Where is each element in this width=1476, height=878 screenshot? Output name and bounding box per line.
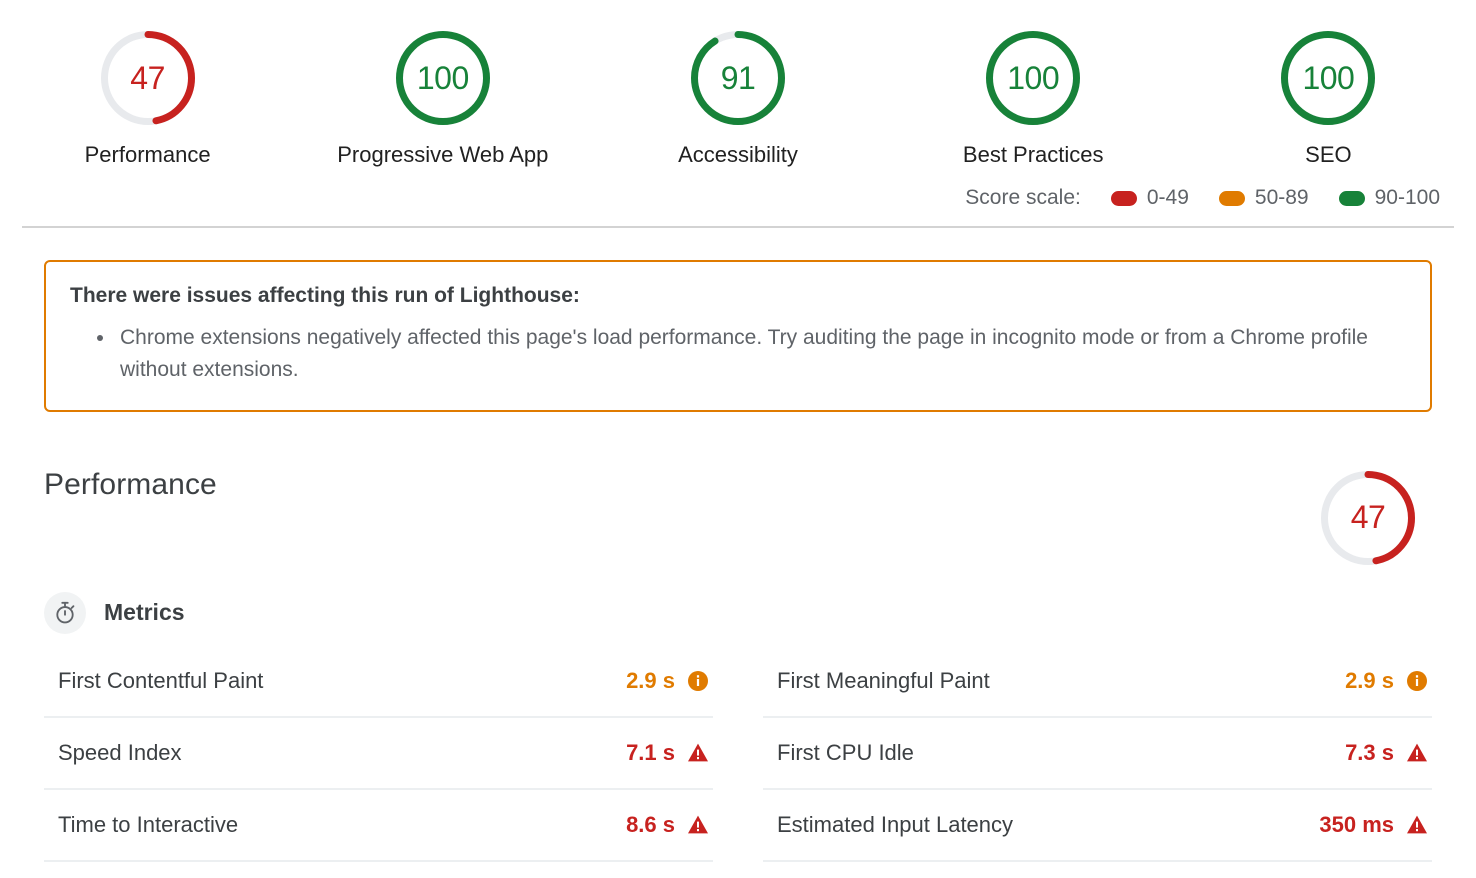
category-label: SEO <box>1305 142 1352 167</box>
category-label: Progressive Web App <box>337 142 549 167</box>
warning-triangle-icon[interactable] <box>1406 814 1428 836</box>
warning-triangle-icon[interactable] <box>687 742 709 764</box>
score-value: 47 <box>130 59 165 96</box>
score-gauge: 47 <box>1320 470 1416 566</box>
score-scale-item: 90-100 <box>1338 186 1440 210</box>
metric-value: 2.9 s <box>1345 667 1394 693</box>
metric-name: Estimated Input Latency <box>777 811 1014 837</box>
metric-name: Speed Index <box>58 739 182 765</box>
score-value: 47 <box>1350 499 1386 536</box>
metric-value: 7.3 s <box>1345 739 1394 765</box>
performance-section-gauge: 47 <box>1320 470 1416 566</box>
run-warnings-title: There were issues affecting this run of … <box>70 284 580 307</box>
metric-value: 350 ms <box>1319 811 1394 837</box>
score-scale-legend: Score scale: 0-49 50-89 90-100 <box>0 168 1476 210</box>
score-swatch <box>1110 190 1137 206</box>
score-swatch <box>1338 190 1365 206</box>
category-score-best-practices[interactable]: 100 Best Practices <box>886 30 1181 168</box>
score-value: 100 <box>1302 59 1355 96</box>
performance-section-title: Performance <box>44 467 217 501</box>
metric-row[interactable]: First CPU Idle 7.3 s <box>763 718 1432 790</box>
metrics-grid: First Contentful Paint 2.9 s First Meani… <box>44 646 1432 862</box>
metric-row[interactable]: First Contentful Paint 2.9 s <box>44 646 713 718</box>
info-icon[interactable] <box>687 670 709 692</box>
score-value: 91 <box>720 59 756 96</box>
score-gauge: 91 <box>690 30 786 126</box>
score-scale-item: 50-89 <box>1218 186 1309 210</box>
category-score-progressive-web-app[interactable]: 100 Progressive Web App <box>295 30 590 168</box>
stopwatch-icon <box>44 591 86 634</box>
metric-row[interactable]: Speed Index 7.1 s <box>44 718 713 790</box>
score-gauge: 100 <box>395 30 491 126</box>
warning-triangle-icon[interactable] <box>1406 742 1428 764</box>
warning-triangle-icon[interactable] <box>687 814 709 836</box>
score-swatch <box>1218 190 1245 206</box>
metric-name: Time to Interactive <box>58 811 239 837</box>
score-range: 0-49 <box>1146 186 1189 209</box>
category-label: Best Practices <box>962 142 1104 167</box>
score-range: 50-89 <box>1254 186 1309 209</box>
metric-row[interactable]: Estimated Input Latency 350 ms <box>763 790 1432 862</box>
category-label: Accessibility <box>678 142 798 167</box>
run-warning-item: Chrome extensions negatively affected th… <box>116 322 1406 386</box>
metric-value: 8.6 s <box>626 811 675 837</box>
category-scores-strip: 47 Performance 100 Progressive Web App 9… <box>0 0 1476 168</box>
score-gauge: 100 <box>1280 30 1376 126</box>
category-score-performance[interactable]: 47 Performance <box>0 30 295 168</box>
category-label: Performance <box>84 142 211 167</box>
category-score-seo[interactable]: 100 SEO <box>1181 30 1476 168</box>
metric-row[interactable]: Time to Interactive 8.6 s <box>44 790 713 862</box>
metric-name: First Meaningful Paint <box>777 667 990 693</box>
metrics-heading: Metrics <box>104 599 185 626</box>
score-value: 100 <box>416 59 469 96</box>
metric-value: 7.1 s <box>626 739 675 765</box>
info-icon[interactable] <box>1406 670 1428 692</box>
score-value: 100 <box>1007 59 1060 96</box>
score-scale-label: Score scale: <box>965 186 1081 209</box>
run-warnings-list: Chrome extensions negatively affected th… <box>70 322 1406 386</box>
score-gauge: 47 <box>100 30 196 126</box>
run-warnings-box: There were issues affecting this run of … <box>44 260 1432 412</box>
metric-name: First Contentful Paint <box>58 667 264 693</box>
metric-value: 2.9 s <box>626 667 675 693</box>
category-score-accessibility[interactable]: 91 Accessibility <box>590 30 885 168</box>
score-gauge: 100 <box>985 30 1081 126</box>
score-range: 90-100 <box>1374 186 1440 209</box>
metric-row[interactable]: First Meaningful Paint 2.9 s <box>763 646 1432 718</box>
score-scale-item: 0-49 <box>1110 186 1189 210</box>
metric-name: First CPU Idle <box>777 739 914 765</box>
